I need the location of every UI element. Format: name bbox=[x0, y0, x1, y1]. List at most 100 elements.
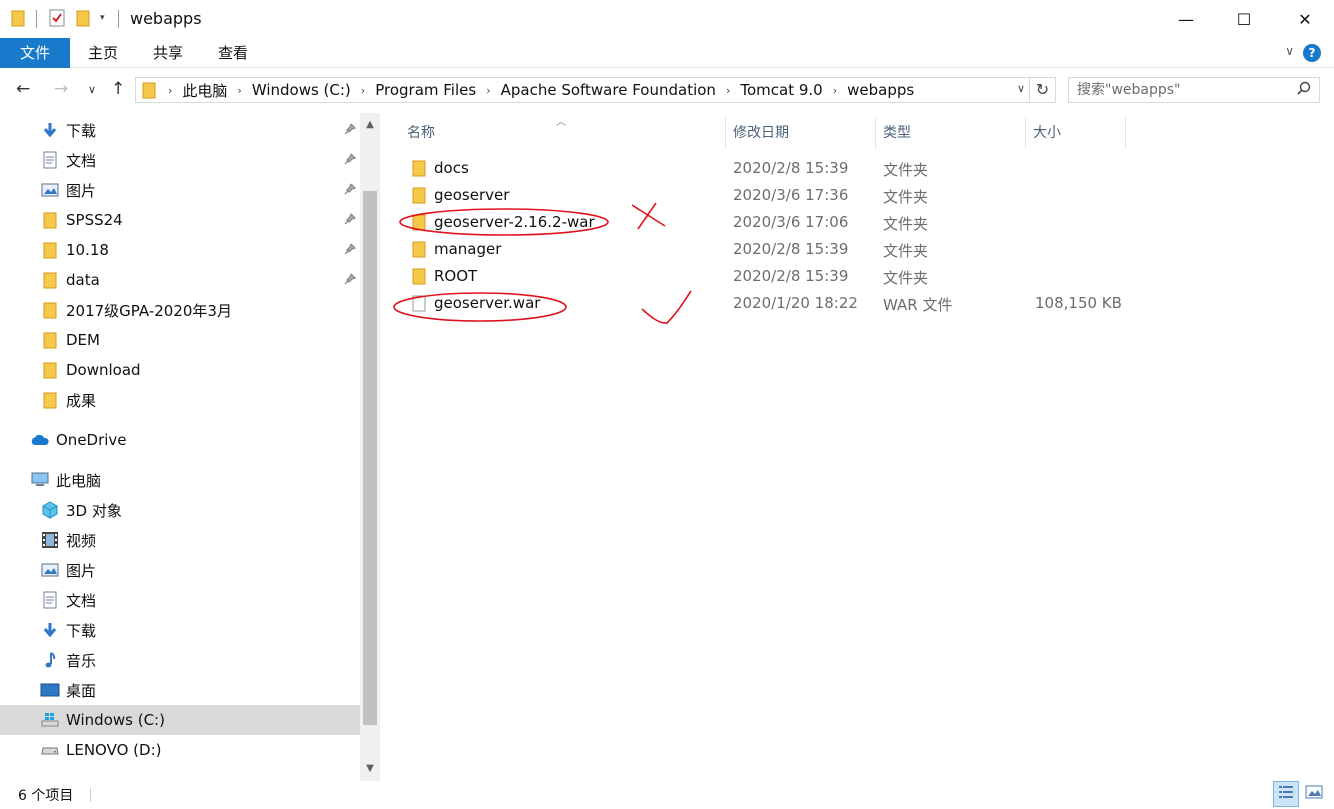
breadcrumb-chevron-icon[interactable]: › bbox=[231, 84, 247, 97]
breadcrumb-item[interactable]: Windows (C:) bbox=[248, 81, 355, 99]
refresh-button[interactable]: ↻ bbox=[1030, 77, 1056, 103]
sidebar-quick-access-item[interactable]: 图片 bbox=[0, 175, 360, 205]
column-header-date[interactable]: 修改日期 bbox=[725, 118, 875, 148]
up-button[interactable]: ↑ bbox=[111, 79, 125, 99]
sidebar-item-pc[interactable]: 下载 bbox=[0, 615, 360, 645]
sidebar-item-pc[interactable]: 桌面 bbox=[0, 675, 360, 705]
folder-app-icon[interactable] bbox=[11, 9, 25, 31]
breadcrumb-item[interactable]: Program Files bbox=[371, 81, 480, 99]
pin-icon[interactable] bbox=[344, 153, 357, 168]
pin-icon[interactable] bbox=[344, 183, 357, 198]
sidebar-item-pc[interactable]: Windows (C:) bbox=[0, 705, 360, 735]
breadcrumb-chevron-icon[interactable]: › bbox=[827, 84, 843, 97]
column-header-name[interactable]: 名称 bbox=[399, 118, 725, 148]
customize-toolbar-dropdown-icon[interactable]: ▾ bbox=[100, 13, 105, 23]
scroll-thumb[interactable] bbox=[363, 191, 377, 725]
tab-file[interactable]: 文件 bbox=[0, 38, 70, 68]
scroll-down-icon[interactable]: ▼ bbox=[360, 759, 380, 779]
column-header-size[interactable]: 大小 bbox=[1025, 118, 1125, 148]
sidebar-quick-access-item[interactable]: SPSS24 bbox=[0, 205, 360, 235]
nav-scrollbar[interactable]: ▲ ▼ bbox=[360, 113, 380, 781]
breadcrumb-item[interactable]: 此电脑 bbox=[178, 80, 231, 101]
sidebar-item-onedrive[interactable]: OneDrive bbox=[0, 425, 360, 455]
sidebar-quick-access-item[interactable]: 成果 bbox=[0, 385, 360, 415]
breadcrumb-chevron-icon[interactable]: › bbox=[162, 84, 178, 97]
pin-icon[interactable] bbox=[344, 243, 357, 258]
drive-icon bbox=[40, 741, 60, 759]
collapse-ribbon-icon[interactable]: ∨ bbox=[1285, 44, 1294, 58]
breadcrumb: › 此电脑 › Windows (C:) › Program Files › Apache S… bbox=[142, 78, 918, 102]
file-row[interactable]: ROOT 2020/2/8 15:39 文件夹 bbox=[400, 263, 1160, 290]
breadcrumb-item[interactable]: webapps bbox=[843, 81, 918, 99]
sidebar-item-label: 图片 bbox=[66, 561, 97, 580]
folder-icon bbox=[40, 301, 60, 319]
file-row[interactable]: geoserver.war 2020/1/20 18:22 WAR 文件 108,15… bbox=[400, 290, 1160, 317]
breadcrumb-chevron-icon[interactable]: › bbox=[480, 84, 496, 97]
recent-locations-dropdown[interactable]: ∨ bbox=[88, 83, 96, 96]
title-separator-2 bbox=[118, 10, 119, 28]
sidebar-item-this-pc[interactable]: 此电脑 bbox=[0, 465, 360, 495]
column-divider[interactable] bbox=[1125, 117, 1126, 149]
sidebar-quick-access-item[interactable]: data bbox=[0, 265, 360, 295]
details-view-button[interactable] bbox=[1273, 781, 1299, 807]
pin-icon[interactable] bbox=[344, 273, 357, 288]
sidebar-item-label: Windows (C:) bbox=[66, 711, 165, 729]
pin-icon[interactable] bbox=[344, 213, 357, 228]
minimize-button[interactable]: — bbox=[1157, 0, 1215, 38]
close-button[interactable]: ✕ bbox=[1276, 0, 1334, 38]
file-row[interactable]: geoserver-2.16.2-war 2020/3/6 17:06 文件夹 bbox=[400, 209, 1160, 236]
sidebar-item-pc[interactable]: 文档 bbox=[0, 585, 360, 615]
large-icons-view-button[interactable] bbox=[1301, 781, 1327, 807]
folder-icon bbox=[412, 214, 426, 235]
breadcrumb-item[interactable]: Apache Software Foundation bbox=[497, 81, 720, 99]
address-dropdown-icon[interactable]: ∨ bbox=[1017, 82, 1025, 95]
file-type: 文件夹 bbox=[883, 188, 929, 206]
tab-home[interactable]: 主页 bbox=[84, 38, 122, 68]
tab-share[interactable]: 共享 bbox=[149, 38, 187, 68]
navigation-pane: 下载 文档 图片 SPSS24 10.18 data 2017级GPA-2020年3月 DEM… bbox=[0, 113, 380, 781]
windows-drive-icon bbox=[40, 711, 60, 729]
breadcrumb-item[interactable]: Tomcat 9.0 bbox=[736, 81, 826, 99]
sidebar-item-pc[interactable]: LENOVO (D:) bbox=[0, 735, 360, 765]
download-arrow-icon bbox=[40, 121, 60, 139]
status-bar: 6 个项目 bbox=[0, 781, 1334, 809]
sidebar-quick-access-item[interactable]: 2017级GPA-2020年3月 bbox=[0, 295, 360, 325]
breadcrumb-chevron-icon[interactable]: › bbox=[720, 84, 736, 97]
properties-quick-icon[interactable] bbox=[49, 9, 65, 31]
sidebar-item-pc[interactable]: 视频 bbox=[0, 525, 360, 555]
search-input[interactable] bbox=[1077, 80, 1287, 100]
forward-button[interactable]: → bbox=[54, 79, 68, 99]
sidebar-item-label: 图片 bbox=[66, 181, 97, 200]
file-row[interactable]: docs 2020/2/8 15:39 文件夹 bbox=[400, 155, 1160, 182]
sidebar-item-label: 下载 bbox=[66, 121, 97, 140]
sidebar-quick-access-item[interactable]: 下载 bbox=[0, 115, 360, 145]
item-count: 6 个项目 bbox=[18, 788, 74, 804]
sidebar-item-label: 视频 bbox=[66, 531, 97, 550]
sidebar-item-pc[interactable]: 图片 bbox=[0, 555, 360, 585]
help-icon[interactable]: ? bbox=[1303, 44, 1321, 62]
back-button[interactable]: ← bbox=[16, 79, 30, 99]
search-icon[interactable] bbox=[1297, 81, 1311, 99]
sidebar-quick-access-item[interactable]: Download bbox=[0, 355, 360, 385]
sidebar-quick-access-item[interactable]: DEM bbox=[0, 325, 360, 355]
search-box[interactable] bbox=[1068, 77, 1320, 103]
folder-icon bbox=[40, 331, 60, 349]
new-folder-quick-icon[interactable] bbox=[76, 9, 90, 31]
file-type: 文件夹 bbox=[883, 215, 929, 233]
breadcrumb-chevron-icon[interactable]: › bbox=[355, 84, 371, 97]
maximize-button[interactable]: ☐ bbox=[1215, 0, 1273, 38]
file-row[interactable]: manager 2020/2/8 15:39 文件夹 bbox=[400, 236, 1160, 263]
pin-icon[interactable] bbox=[344, 123, 357, 138]
tab-view[interactable]: 查看 bbox=[214, 38, 252, 68]
sidebar-quick-access-item[interactable]: 文档 bbox=[0, 145, 360, 175]
file-row[interactable]: geoserver 2020/3/6 17:36 文件夹 bbox=[400, 182, 1160, 209]
address-bar[interactable]: › 此电脑 › Windows (C:) › Program Files › Apache S… bbox=[135, 77, 1030, 103]
scroll-up-icon[interactable]: ▲ bbox=[360, 115, 380, 135]
details-view-icon bbox=[1278, 784, 1294, 804]
sidebar-item-pc[interactable]: 音乐 bbox=[0, 645, 360, 675]
column-header-type[interactable]: 类型 bbox=[875, 118, 1025, 148]
file-date: 2020/2/8 15:39 bbox=[733, 159, 849, 177]
this-pc-icon bbox=[30, 471, 50, 489]
sidebar-item-pc[interactable]: 3D 对象 bbox=[0, 495, 360, 525]
sidebar-quick-access-item[interactable]: 10.18 bbox=[0, 235, 360, 265]
